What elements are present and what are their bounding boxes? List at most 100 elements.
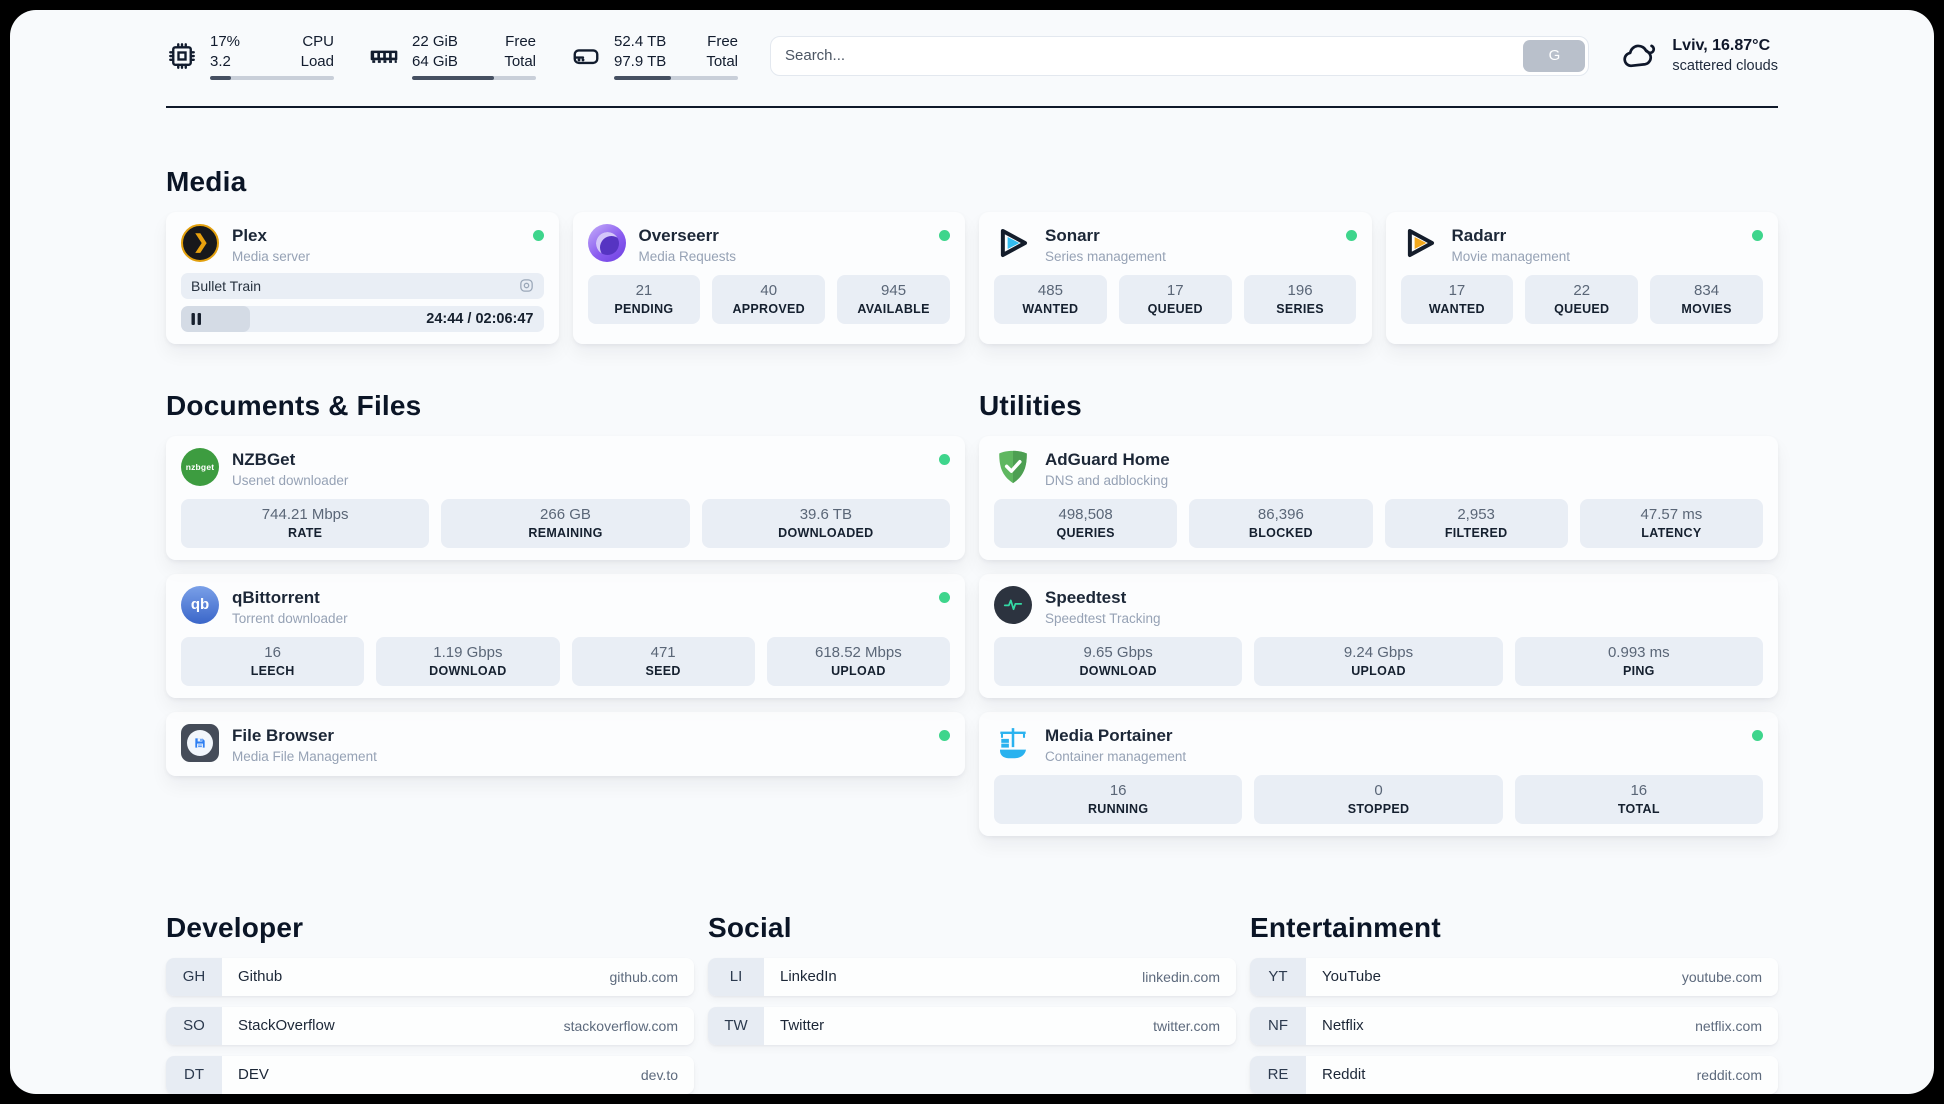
- resource-progress-fill: [210, 75, 232, 80]
- app-titles: NZBGet Usenet downloader: [232, 448, 926, 488]
- stat-label: QUERIES: [1056, 525, 1115, 540]
- stats-row: 16 RUNNING 0 STOPPED 16 TOTAL: [994, 774, 1763, 824]
- stat-label: WANTED: [1428, 301, 1485, 316]
- stat-label: BLOCKED: [1248, 525, 1313, 540]
- stat-value: 21: [635, 281, 653, 299]
- bookmark-name: Twitter: [780, 1017, 825, 1035]
- app-name: AdGuard Home: [1045, 449, 1170, 469]
- status-dot: [532, 229, 544, 241]
- card-header: ❯ Plex Media server: [181, 223, 544, 264]
- stat-value: 1.19 Gbps: [433, 643, 503, 661]
- resource-progress-bar: [614, 75, 738, 80]
- bookmark-linkedin[interactable]: LI LinkedIn linkedin.com: [708, 957, 1236, 996]
- status-dot: [1752, 229, 1763, 241]
- resource-label: CPU: [302, 33, 334, 50]
- stat-ping: 0.993 ms PING: [1514, 636, 1763, 686]
- resource-cpu-body: 17% CPU 3.2 Load: [210, 32, 334, 80]
- bookmark-url: twitter.com: [1153, 1017, 1220, 1034]
- app-name: Radarr: [1451, 225, 1507, 245]
- bookmark-stackoverflow[interactable]: SO StackOverflow stackoverflow.com: [166, 1006, 694, 1045]
- app-subtitle: Series management: [1045, 248, 1166, 264]
- stat-label: SEED: [645, 663, 681, 678]
- stats-row: 16 LEECH 1.19 Gbps DOWNLOAD 471 SEED 618.52 Mb…: [181, 636, 950, 686]
- stat-value: 16: [264, 643, 281, 661]
- bookmark-twitter[interactable]: TW Twitter twitter.com: [708, 1006, 1236, 1045]
- bookmark-abbr: YT: [1250, 957, 1306, 996]
- app-name: Speedtest: [1045, 587, 1127, 607]
- card-overseerr[interactable]: Overseerr Media Requests 21 PENDING 40 APPROV…: [572, 211, 965, 344]
- stat-value: 17: [1166, 281, 1184, 299]
- card-radarr[interactable]: Radarr Movie management 17 WANTED 22 QUEUED 83…: [1385, 211, 1778, 344]
- stat-available: 945 AVAILABLE: [837, 274, 950, 324]
- speedtest-icon: [994, 585, 1032, 624]
- app-titles: Radarr Movie management: [1452, 224, 1740, 264]
- bookmark-netflix[interactable]: NF Netflix netflix.com: [1250, 1006, 1778, 1045]
- stats-row: 498,508 QUERIES 86,396 BLOCKED 2,953 FILTERED…: [994, 498, 1763, 548]
- stat-label: AVAILABLE: [857, 301, 930, 316]
- stat-label: QUEUED: [1147, 301, 1203, 316]
- bookmark-dev[interactable]: DT DEV dev.to: [166, 1055, 694, 1094]
- status-dot: [1752, 729, 1763, 741]
- bookmark-name: DEV: [238, 1066, 269, 1084]
- app-titles: Plex Media server: [232, 224, 520, 264]
- card-filebrowser[interactable]: File Browser Media File Management: [166, 711, 965, 776]
- card-header: Radarr Movie management: [1401, 224, 1763, 264]
- section-title-utilities: Utilities: [979, 389, 1082, 421]
- card-header: Media Portainer Container management: [994, 724, 1763, 764]
- bookmark-abbr: SO: [166, 1006, 222, 1045]
- stat-label: DOWNLOADED: [778, 525, 874, 540]
- search-provider-button[interactable]: G: [1523, 39, 1586, 72]
- app-subtitle: Speedtest Tracking: [1045, 610, 1161, 626]
- card-plex[interactable]: ❯ Plex Media server Bullet Train 24:44 / 02:…: [166, 211, 559, 344]
- resource-progress-bar: [412, 75, 536, 80]
- status-dot: [939, 591, 950, 603]
- now-playing-row: Bullet Train: [181, 272, 544, 299]
- overseerr-icon: [587, 223, 626, 262]
- resource-memory: 22 GiB Free 64 GiB Total: [368, 32, 536, 80]
- stats-row: 485 WANTED 17 QUEUED 196 SERIES: [994, 274, 1357, 324]
- resource-value: 22 GiB: [412, 33, 458, 50]
- bookmark-github[interactable]: GH Github github.com: [166, 957, 694, 996]
- section-title-entertainment: Entertainment: [1250, 911, 1441, 943]
- search-input[interactable]: [770, 35, 1590, 76]
- stat-label: PING: [1622, 663, 1655, 678]
- stat-value: 834: [1694, 281, 1720, 299]
- resource-line: 97.9 TB Total: [614, 52, 738, 72]
- media-card-grid: ❯ Plex Media server Bullet Train 24:44 / 02:…: [166, 211, 1778, 344]
- stat-value: 17: [1448, 281, 1466, 299]
- card-qbittorrent[interactable]: qb qBittorrent Torrent downloader 16 LEECH 1.…: [166, 573, 965, 698]
- stat-label: DOWNLOAD: [429, 663, 507, 678]
- resource-cpu: 17% CPU 3.2 Load: [166, 32, 334, 80]
- stat-value: 196: [1287, 281, 1313, 299]
- cast-icon[interactable]: [518, 277, 535, 294]
- stats-row: 21 PENDING 40 APPROVED 945 AVAILABLE: [587, 274, 951, 324]
- search-form: G: [770, 35, 1590, 76]
- stat-value: 47.57 ms: [1640, 505, 1703, 523]
- card-header: Sonarr Series management: [994, 224, 1357, 264]
- card-adguard[interactable]: AdGuard Home DNS and adblocking 498,508 QUE…: [979, 435, 1778, 560]
- card-sonarr[interactable]: Sonarr Series management 485 WANTED 17 QUEUED…: [979, 211, 1372, 344]
- weather-text: Lviv, 16.87°C scattered clouds: [1672, 36, 1778, 76]
- stat-value: 16: [1630, 781, 1648, 799]
- stat-seed: 471 SEED: [571, 636, 755, 686]
- dashboard-content: 17% CPU 3.2 Load 22 GiB Free 64 GiB Total 52.4 T…: [10, 32, 1934, 1094]
- bookmark-youtube[interactable]: YT YouTube youtube.com: [1250, 957, 1778, 996]
- card-header: File Browser Media File Management: [181, 723, 950, 764]
- section-title-developer: Developer: [166, 911, 304, 943]
- resource-widgets: 17% CPU 3.2 Load 22 GiB Free 64 GiB Total 52.4 T…: [166, 32, 738, 80]
- resource-disk: 52.4 TB Free 97.9 TB Total: [570, 32, 738, 80]
- bookmark-abbr: GH: [166, 957, 222, 996]
- app-name: Overseerr: [638, 225, 719, 245]
- stat-approved: 40 APPROVED: [712, 274, 826, 324]
- resource-line: 3.2 Load: [210, 52, 334, 72]
- bookmark-sections: Developer GH Github github.com SO StackOverfl…: [166, 912, 1778, 1094]
- card-portainer[interactable]: Media Portainer Container management 16 RUN…: [979, 711, 1778, 836]
- playback-progress-row: 24:44 / 02:06:47: [181, 305, 544, 332]
- stat-download: 1.19 Gbps DOWNLOAD: [376, 636, 560, 686]
- resource-label: Free: [505, 33, 536, 50]
- card-nzbget[interactable]: nzbget NZBGet Usenet downloader 744.21 Mbps…: [166, 435, 965, 560]
- bookmark-reddit[interactable]: RE Reddit reddit.com: [1250, 1055, 1778, 1094]
- memory-icon: [368, 40, 400, 72]
- card-speedtest[interactable]: Speedtest Speedtest Tracking 9.65 Gbps DOWN…: [979, 573, 1778, 698]
- stat-label: TOTAL: [1617, 801, 1660, 816]
